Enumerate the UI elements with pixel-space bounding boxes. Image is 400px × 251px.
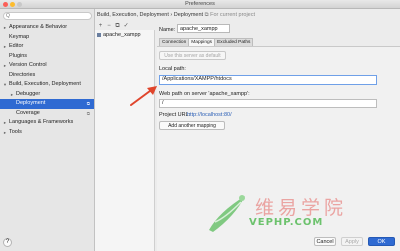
watermark-logo-icon	[209, 195, 245, 232]
sidebar-item-label: Languages & Frameworks	[9, 119, 74, 125]
breadcrumb: Build, Execution, Deployment › Deploymen…	[97, 12, 255, 19]
remove-server-button[interactable]: −	[106, 23, 113, 29]
sidebar-item-keymap[interactable]: Keymap	[0, 33, 94, 43]
chevron-right-icon[interactable]: ▸	[2, 23, 8, 33]
settings-tree: ▸ Appearance & Behavior Keymap ▸ Editor Plugi…	[0, 23, 94, 137]
project-url-link[interactable]: http://localhost:80/	[187, 112, 232, 118]
tab-excluded-paths[interactable]: Excluded Paths	[214, 38, 254, 46]
sidebar-item-label: Tools	[9, 128, 22, 135]
window-title: Preferences	[185, 1, 215, 7]
sidebar-item-directories[interactable]: Directories	[0, 71, 94, 81]
sidebar-item-version-control[interactable]: ▸ Version Control	[0, 61, 94, 71]
sidebar-item-debugger[interactable]: ▸ Debugger	[0, 90, 94, 100]
set-default-server-button[interactable]: ✓	[123, 22, 130, 29]
project-url-label: Project URL:	[159, 112, 191, 118]
tab-connection[interactable]: Connection	[159, 38, 190, 46]
project-scope-note: ⧉ For current project	[204, 12, 256, 18]
sidebar-item-label: Keymap	[9, 33, 30, 40]
breadcrumb-path: Build, Execution, Deployment › Deploymen…	[97, 12, 204, 18]
use-as-default-button[interactable]: Use this server as default	[159, 51, 226, 60]
server-list-item[interactable]: apache_xampp	[97, 31, 153, 39]
chevron-down-icon[interactable]: ▾	[2, 80, 8, 90]
help-button[interactable]: ?	[3, 238, 12, 247]
sidebar-item-appearance-behavior[interactable]: ▸ Appearance & Behavior	[0, 23, 94, 33]
sidebar-item-label: Appearance & Behavior	[9, 24, 68, 30]
sidebar-item-label: Debugger	[16, 90, 41, 97]
sidebar-item-label: Plugins	[9, 52, 28, 59]
server-item-label: apache_xampp	[103, 32, 141, 38]
server-list: apache_xampp	[95, 30, 155, 251]
settings-sidebar: Q ▸ Appearance & Behavior Keymap ▸ Editor Plu…	[0, 9, 95, 251]
chevron-right-icon[interactable]: ▸	[2, 128, 8, 138]
web-path-label: Web path on server 'apache_xampp':	[159, 91, 250, 97]
server-toolbar: + − ⧉ ✓	[97, 22, 130, 29]
add-server-button[interactable]: +	[97, 23, 104, 29]
watermark-url-text: VEPHP.COM	[249, 217, 324, 228]
sidebar-item-coverage[interactable]: Coverage ⧉	[0, 109, 94, 119]
watermark-chinese-text: 维易学院	[255, 197, 348, 219]
project-scope-icon: ⧉	[86, 101, 90, 106]
sidebar-item-label: Build, Execution, Deployment	[9, 81, 81, 87]
chevron-right-icon[interactable]: ▸	[2, 118, 8, 128]
add-mapping-button[interactable]: Add another mapping	[159, 121, 225, 130]
sidebar-item-label: Deployment	[16, 100, 46, 106]
local-path-input[interactable]: /Applications/XAMPP/htdocs	[159, 75, 377, 85]
chevron-right-icon[interactable]: ▸	[2, 42, 8, 52]
sidebar-item-label: Coverage	[16, 109, 40, 116]
cancel-button[interactable]: Cancel	[314, 237, 336, 246]
sidebar-item-tools[interactable]: ▸ Tools	[0, 128, 94, 138]
sidebar-item-label: Directories	[9, 71, 36, 78]
settings-search-input[interactable]: Q	[3, 12, 92, 20]
annotation-arrow-icon	[130, 86, 157, 106]
apply-button[interactable]: Apply	[341, 237, 363, 246]
sidebar-item-editor[interactable]: ▸ Editor	[0, 42, 94, 52]
sidebar-item-label: Version Control	[9, 62, 47, 68]
sidebar-item-plugins[interactable]: Plugins	[0, 52, 94, 62]
chevron-right-icon[interactable]: ▸	[9, 90, 15, 100]
sidebar-item-build-execution-deployment[interactable]: ▾ Build, Execution, Deployment	[0, 80, 94, 90]
local-path-label: Local path:	[159, 66, 186, 72]
watermark: 维易学院 VEPHP.COM	[205, 192, 395, 237]
search-icon: Q	[6, 13, 10, 19]
config-tabs: Connection Mappings Excluded Paths	[159, 38, 254, 46]
sidebar-item-label: Editor	[9, 43, 24, 49]
server-name-input[interactable]: apache_xampp	[177, 24, 230, 33]
ok-button[interactable]: OK	[368, 237, 395, 246]
server-icon	[97, 32, 101, 37]
web-path-input[interactable]: /	[159, 99, 377, 108]
project-scope-icon: ⧉	[86, 110, 90, 116]
tab-mappings[interactable]: Mappings	[188, 38, 216, 46]
sidebar-item-languages-frameworks[interactable]: ▸ Languages & Frameworks	[0, 118, 94, 128]
name-label: Name:	[159, 27, 176, 33]
title-bar: Preferences	[0, 0, 400, 9]
chevron-right-icon[interactable]: ▸	[2, 61, 8, 71]
copy-server-button[interactable]: ⧉	[114, 23, 121, 30]
sidebar-item-deployment[interactable]: Deployment ⧉	[0, 99, 94, 109]
